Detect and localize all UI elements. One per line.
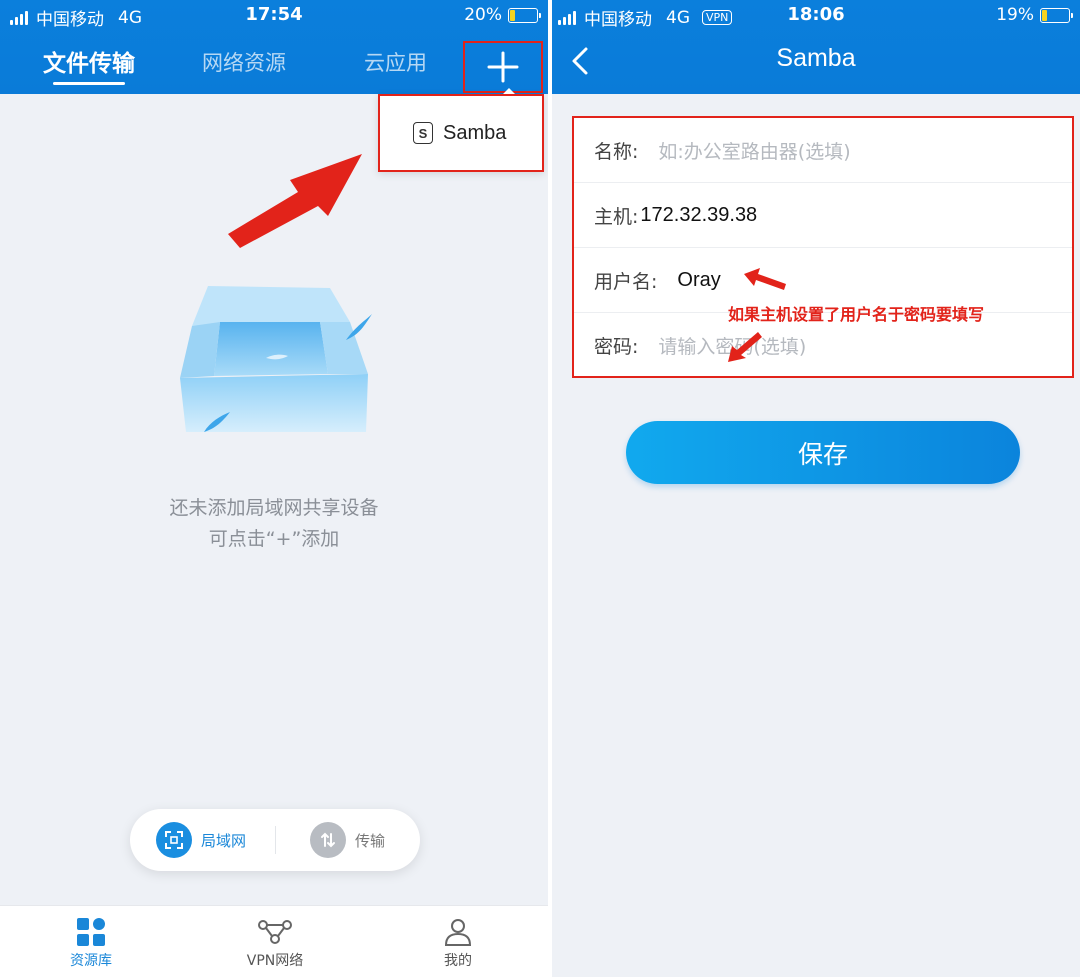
host-input[interactable]: 172.32.39.38 xyxy=(640,204,757,227)
tab-file-transfer[interactable]: 文件传输 xyxy=(43,44,135,78)
battery-percent-right: 19% xyxy=(996,5,1034,25)
toggle-divider xyxy=(275,826,276,854)
user-icon xyxy=(398,914,518,950)
samba-header: 中国移动 4G VPN 18:06 19% Samba xyxy=(552,0,1080,94)
save-button[interactable]: 保存 xyxy=(626,421,1020,484)
name-field[interactable]: 名称: 如:办公室路由器(选填) xyxy=(574,118,1072,183)
empty-state-hint: 可点击“+”添加 xyxy=(208,528,340,550)
add-menu-samba-item[interactable]: S Samba xyxy=(378,94,544,172)
nav-label-me: 我的 xyxy=(444,953,472,969)
annotation-arrow-icon xyxy=(744,268,786,290)
tab-network-resources[interactable]: 网络资源 xyxy=(202,47,286,77)
host-label: 主机: xyxy=(594,206,639,228)
active-tab-indicator xyxy=(53,82,125,85)
battery-icon xyxy=(508,7,541,23)
app-header: 中国移动 4G 17:54 20% 文件传输 网络资源 云应用 xyxy=(0,0,548,94)
password-label: 密码: xyxy=(594,336,639,358)
nav-item-me[interactable]: 我的 xyxy=(398,914,518,970)
grid-icon xyxy=(31,914,151,950)
lan-transfer-toggle: 局域网 传输 xyxy=(130,809,420,871)
annotation-arrow-icon xyxy=(228,154,362,248)
left-screen: 中国移动 4G 17:54 20% 文件传输 网络资源 云应用 S Samba xyxy=(0,0,548,977)
plus-icon xyxy=(487,51,519,83)
nav-label-vpn: VPN网络 xyxy=(246,953,304,969)
transfer-arrows-icon xyxy=(310,822,346,858)
annotation-note: 如果主机设置了用户名于密码要填写 xyxy=(728,305,985,324)
host-field[interactable]: 主机: 172.32.39.38 xyxy=(574,183,1072,248)
empty-box-illustration xyxy=(180,286,372,432)
name-label: 名称: xyxy=(594,141,639,163)
bottom-nav: 资源库 VPN网络 我的 xyxy=(0,905,548,977)
transfer-toggle-label: 传输 xyxy=(355,831,386,850)
empty-state-title: 还未添加局域网共享设备 xyxy=(169,497,379,519)
nav-item-vpn[interactable]: VPN网络 xyxy=(215,914,335,970)
samba-form: 名称: 如:办公室路由器(选填) 主机: 172.32.39.38 用户名: O… xyxy=(572,116,1074,378)
lan-toggle-label: 局域网 xyxy=(201,831,247,850)
annotation-arrow-icon xyxy=(728,332,762,362)
dropdown-caret xyxy=(503,88,515,94)
nav-label-library: 资源库 xyxy=(70,953,112,969)
tab-cloud-apps[interactable]: 云应用 xyxy=(364,47,427,77)
battery-percent: 20% xyxy=(464,5,502,25)
status-bar-right: 中国移动 4G VPN 18:06 19% xyxy=(552,0,1080,30)
battery-status: 20% xyxy=(464,5,541,25)
lan-toggle-button[interactable]: 局域网 xyxy=(156,822,246,858)
battery-status-right: 19% xyxy=(996,5,1073,25)
page-title: Samba xyxy=(776,44,856,72)
transfer-toggle-button[interactable]: 传输 xyxy=(310,822,385,858)
status-bar: 中国移动 4G 17:54 20% xyxy=(0,0,548,30)
add-button[interactable] xyxy=(463,41,543,93)
name-input[interactable]: 如:办公室路由器(选填) xyxy=(658,137,850,164)
nav-item-library[interactable]: 资源库 xyxy=(31,914,151,970)
network-nodes-icon xyxy=(215,914,335,950)
right-screen: 中国移动 4G VPN 18:06 19% Samba 名称: 如:办公室路由器… xyxy=(552,0,1080,977)
samba-menu-label: Samba xyxy=(443,121,507,144)
username-label: 用户名: xyxy=(594,271,658,293)
lan-scan-icon xyxy=(156,822,192,858)
username-input[interactable]: Oray xyxy=(677,269,720,292)
samba-s-icon: S xyxy=(413,122,433,144)
battery-icon xyxy=(1040,7,1073,23)
